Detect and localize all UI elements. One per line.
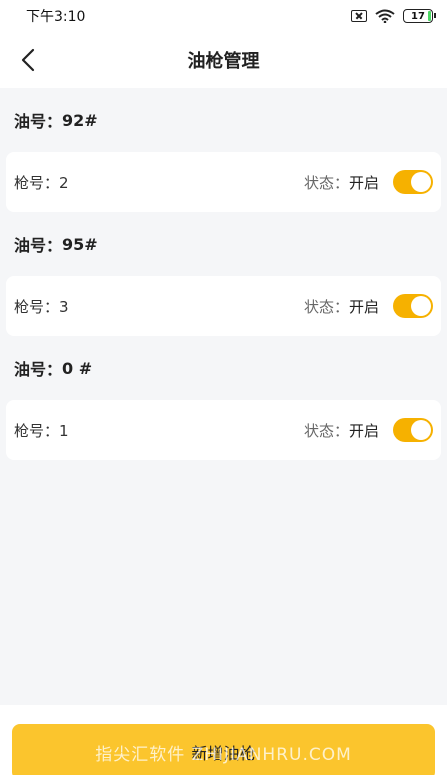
nozzle-number: 枪号：1 [14,420,69,441]
status-area: 状态：开启 [304,294,433,318]
status-label: 状态： [303,421,349,440]
fuel-group-header: 油号： 92# [0,88,447,152]
battery-icon: 17 [403,9,436,23]
status-value: 开启 [348,297,379,316]
status-value: 开启 [348,421,379,440]
nozzle-label: 枪号： [14,297,60,316]
status-text: 状态：开启 [304,420,379,441]
status-label: 状态： [303,297,349,316]
fuel-label: 油号： [14,236,63,255]
wifi-icon [375,9,395,23]
no-sim-icon [351,10,367,22]
status-toggle[interactable] [393,294,433,318]
fuel-label: 油号： [14,360,63,379]
fuel-label: 油号： [14,112,63,131]
fuel-group-header: 油号： 0 # [0,336,447,400]
nav-bar: 油枪管理 [0,32,447,88]
add-nozzle-button[interactable]: 新增油枪 [12,724,435,775]
status-value: 开启 [348,173,379,192]
fuel-group-header: 油号： 95# [0,212,447,276]
status-time: 下午3:10 [26,9,86,25]
nozzle-value: 2 [59,173,69,192]
battery-level: 17 [411,10,425,22]
toggle-knob [411,172,431,192]
nozzle-card[interactable]: 枪号：3 状态：开启 [6,276,441,336]
back-button[interactable] [14,46,42,74]
status-text: 状态：开启 [304,172,379,193]
nozzle-number: 枪号：2 [14,172,69,193]
fuel-value: 0 # [62,358,93,378]
status-area: 状态：开启 [304,170,433,194]
toggle-knob [411,420,431,440]
nozzle-label: 枪号： [14,173,60,192]
nozzle-card[interactable]: 枪号：2 状态：开启 [6,152,441,212]
status-text: 状态：开启 [304,296,379,317]
nozzle-value: 3 [59,297,69,316]
toggle-knob [411,296,431,316]
status-toggle[interactable] [393,170,433,194]
nozzle-label: 枪号： [14,421,60,440]
nozzle-card[interactable]: 枪号：1 状态：开启 [6,400,441,460]
nozzle-list: 油号： 92# 枪号：2 状态：开启 油号： 95# 枪号：3 状态：开启 油号… [0,88,447,460]
nozzle-number: 枪号：3 [14,296,69,317]
fuel-value: 95# [62,234,98,254]
status-toggle[interactable] [393,418,433,442]
status-bar: 下午3:10 17 [0,0,447,32]
status-icons: 17 [351,9,436,23]
nozzle-value: 1 [59,421,69,440]
status-area: 状态：开启 [304,418,433,442]
page-title: 油枪管理 [187,51,260,72]
chevron-left-icon [21,48,35,72]
status-label: 状态： [303,173,349,192]
fuel-value: 92# [62,110,98,130]
